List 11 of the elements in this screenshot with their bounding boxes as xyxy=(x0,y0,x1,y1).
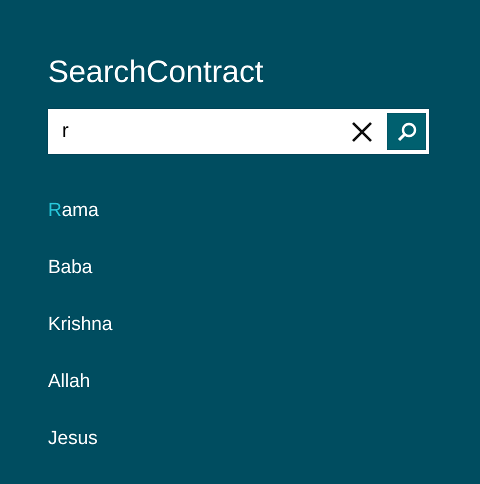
result-item[interactable]: Baba xyxy=(48,255,92,281)
search-box[interactable]: r xyxy=(48,109,429,154)
result-item[interactable]: Jesus xyxy=(48,426,98,452)
search-icon xyxy=(396,120,418,142)
result-item[interactable]: Krishna xyxy=(48,312,112,338)
result-item[interactable]: Rama xyxy=(48,198,99,224)
close-icon[interactable] xyxy=(351,120,373,142)
page-title: SearchContract xyxy=(48,53,264,91)
result-item[interactable]: Allah xyxy=(48,369,90,395)
search-input[interactable]: r xyxy=(48,109,351,154)
search-button[interactable] xyxy=(387,113,426,150)
